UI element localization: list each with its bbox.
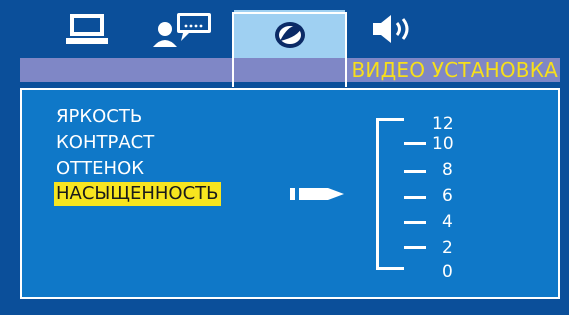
scale-tick <box>404 221 426 224</box>
menu-item-saturation[interactable]: НАСЫЩЕННОСТЬ <box>54 182 221 206</box>
scale-label-12: 12 <box>432 114 454 134</box>
pointer-arrow-icon <box>290 186 346 206</box>
person-chat-icon <box>145 11 215 47</box>
menu-item-contrast[interactable]: КОНТРАСТ <box>56 130 221 156</box>
menu-item-brightness[interactable]: ЯРКОСТЬ <box>56 104 221 130</box>
scale-label-6: 6 <box>442 186 453 206</box>
tab-person-chat[interactable] <box>140 4 220 54</box>
settings-panel: ЯРКОСТЬ КОНТРАСТ ОТТЕНОК НАСЫЩЕННОСТЬ 12… <box>20 88 560 299</box>
scale-label-0: 0 <box>442 262 453 282</box>
scale-label-2: 2 <box>442 238 453 258</box>
active-tab-frame <box>232 12 347 87</box>
speaker-icon <box>369 12 421 46</box>
page-title: ВИДЕО УСТАНОВКА <box>351 58 558 82</box>
tab-sound[interactable] <box>355 4 435 54</box>
scale-tick <box>404 196 426 199</box>
tab-computer[interactable] <box>52 4 122 54</box>
scale-label-4: 4 <box>442 212 453 232</box>
scale-tick <box>404 246 426 249</box>
scale-tick <box>404 142 426 145</box>
value-scale: 12 10 8 6 4 2 0 <box>376 114 496 284</box>
scale-bracket <box>376 118 404 270</box>
settings-menu: ЯРКОСТЬ КОНТРАСТ ОТТЕНОК НАСЫЩЕННОСТЬ <box>54 104 221 206</box>
scale-label-8: 8 <box>442 160 453 180</box>
osd-screen: ВИДЕО УСТАНОВКА ЯРКОСТЬ КОНТРАСТ ОТТЕНОК… <box>0 0 569 315</box>
scale-label-10: 10 <box>432 134 454 154</box>
menu-item-hue[interactable]: ОТТЕНОК <box>56 156 221 182</box>
computer-icon <box>64 12 110 46</box>
scale-tick <box>404 170 426 173</box>
